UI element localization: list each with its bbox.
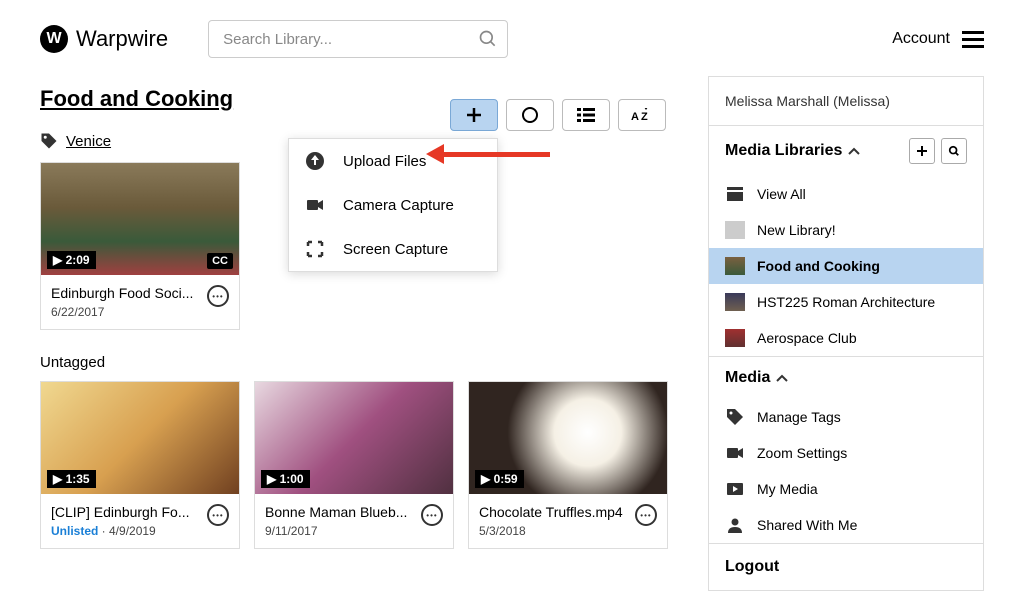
camera-icon bbox=[305, 195, 325, 215]
sort-button[interactable]: AZ bbox=[618, 99, 666, 131]
upload-icon bbox=[305, 151, 325, 171]
dropdown-label: Upload Files bbox=[343, 153, 426, 170]
search-icon bbox=[948, 145, 960, 157]
add-button[interactable] bbox=[450, 99, 498, 131]
duration-badge: ▶ 2:09 bbox=[47, 251, 96, 269]
library-label: View All bbox=[757, 186, 806, 202]
library-thumb bbox=[725, 221, 745, 239]
play-icon bbox=[725, 480, 745, 498]
sidebar-media-item[interactable]: Shared With Me bbox=[709, 507, 983, 543]
sort-az-icon: AZ bbox=[631, 108, 653, 122]
video-card[interactable]: ▶ 1:00 Bonne Maman Blueb... 9/11/2017 bbox=[254, 381, 454, 549]
list-icon bbox=[577, 108, 595, 122]
sidebar-library-item[interactable]: New Library! bbox=[709, 212, 983, 248]
video-card[interactable]: ▶ 1:35 [CLIP] Edinburgh Fo... Unlisted · 4… bbox=[40, 381, 240, 549]
tag-venice[interactable]: Venice bbox=[66, 133, 111, 150]
record-button[interactable] bbox=[506, 99, 554, 131]
plus-icon bbox=[465, 106, 483, 124]
library-label: Food and Cooking bbox=[757, 258, 880, 274]
more-button[interactable] bbox=[421, 504, 443, 526]
sidebar-library-item[interactable]: HST225 Roman Architecture bbox=[709, 284, 983, 320]
duration-badge: ▶ 1:35 bbox=[47, 470, 96, 488]
sidebar-media-item[interactable]: Manage Tags bbox=[709, 399, 983, 435]
sidebar-library-item[interactable]: View All bbox=[709, 176, 983, 212]
brand-name: Warpwire bbox=[76, 26, 168, 52]
brand-logo[interactable]: W Warpwire bbox=[40, 25, 168, 53]
video-meta: 5/3/2018 bbox=[479, 524, 629, 538]
add-dropdown: Upload Files Camera Capture Screen Capture bbox=[288, 138, 498, 272]
chevron-up-icon bbox=[776, 374, 788, 382]
video-title: [CLIP] Edinburgh Fo... bbox=[51, 504, 201, 520]
annotation-arrow bbox=[440, 152, 550, 157]
account-link[interactable]: Account bbox=[892, 30, 950, 48]
tag-icon bbox=[725, 408, 745, 426]
more-button[interactable] bbox=[207, 285, 229, 307]
untagged-label: Untagged bbox=[40, 354, 678, 371]
video-meta: Unlisted · 4/9/2019 bbox=[51, 524, 201, 538]
screen-icon bbox=[305, 239, 325, 259]
stack-icon bbox=[725, 185, 745, 203]
media-label: Shared With Me bbox=[757, 517, 857, 533]
video-thumbnail[interactable]: ▶ 1:00 bbox=[255, 382, 453, 494]
video-title: Chocolate Truffles.mp4 bbox=[479, 504, 629, 520]
library-thumb bbox=[725, 329, 745, 347]
media-label: Manage Tags bbox=[757, 409, 841, 425]
duration-badge: ▶ 1:00 bbox=[261, 470, 310, 488]
library-label: New Library! bbox=[757, 222, 836, 238]
search-input[interactable] bbox=[208, 20, 508, 58]
dropdown-label: Camera Capture bbox=[343, 197, 454, 214]
video-card[interactable]: ▶ 0:59 Chocolate Truffles.mp4 5/3/2018 bbox=[468, 381, 668, 549]
circle-icon bbox=[521, 106, 539, 124]
search-library-button[interactable] bbox=[941, 138, 967, 164]
dropdown-item-upload[interactable]: Upload Files bbox=[289, 139, 497, 183]
svg-text:A: A bbox=[631, 111, 639, 122]
search-icon[interactable] bbox=[478, 29, 498, 49]
svg-text:Z: Z bbox=[641, 111, 648, 122]
video-meta: 9/11/2017 bbox=[265, 524, 415, 538]
library-label: Aerospace Club bbox=[757, 330, 857, 346]
logout-link[interactable]: Logout bbox=[709, 544, 983, 590]
sidebar-library-item[interactable]: Food and Cooking bbox=[709, 248, 983, 284]
dropdown-label: Screen Capture bbox=[343, 241, 448, 258]
sidebar-media-item[interactable]: Zoom Settings bbox=[709, 435, 983, 471]
more-button[interactable] bbox=[207, 504, 229, 526]
add-library-button[interactable] bbox=[909, 138, 935, 164]
camera-icon bbox=[725, 444, 745, 462]
library-thumb bbox=[725, 293, 745, 311]
sidebar-library-item[interactable]: Aerospace Club bbox=[709, 320, 983, 356]
cc-badge: CC bbox=[207, 253, 233, 269]
tag-icon bbox=[40, 132, 58, 150]
library-thumb bbox=[725, 257, 745, 275]
video-title: Edinburgh Food Soci... bbox=[51, 285, 201, 301]
logo-icon: W bbox=[40, 25, 68, 53]
dropdown-item-camera[interactable]: Camera Capture bbox=[289, 183, 497, 227]
sidebar-media-item[interactable]: My Media bbox=[709, 471, 983, 507]
library-label: HST225 Roman Architecture bbox=[757, 294, 935, 310]
chevron-up-icon bbox=[848, 147, 860, 155]
video-thumbnail[interactable]: ▶ 0:59 bbox=[469, 382, 667, 494]
media-label: Zoom Settings bbox=[757, 445, 847, 461]
dropdown-item-screen[interactable]: Screen Capture bbox=[289, 227, 497, 271]
video-thumbnail[interactable]: ▶ 2:09 CC bbox=[41, 163, 239, 275]
list-view-button[interactable] bbox=[562, 99, 610, 131]
media-label: My Media bbox=[757, 481, 818, 497]
media-heading[interactable]: Media bbox=[725, 369, 770, 387]
video-thumbnail[interactable]: ▶ 1:35 bbox=[41, 382, 239, 494]
libraries-heading[interactable]: Media Libraries bbox=[725, 142, 842, 160]
more-button[interactable] bbox=[635, 504, 657, 526]
video-meta: 6/22/2017 bbox=[51, 305, 201, 319]
person-icon bbox=[725, 516, 745, 534]
current-user: Melissa Marshall (Melissa) bbox=[709, 77, 983, 125]
video-card[interactable]: ▶ 2:09 CC Edinburgh Food Soci... 6/22/2017 bbox=[40, 162, 240, 330]
menu-icon[interactable] bbox=[962, 31, 984, 48]
duration-badge: ▶ 0:59 bbox=[475, 470, 524, 488]
video-title: Bonne Maman Blueb... bbox=[265, 504, 415, 520]
plus-icon bbox=[916, 145, 928, 157]
